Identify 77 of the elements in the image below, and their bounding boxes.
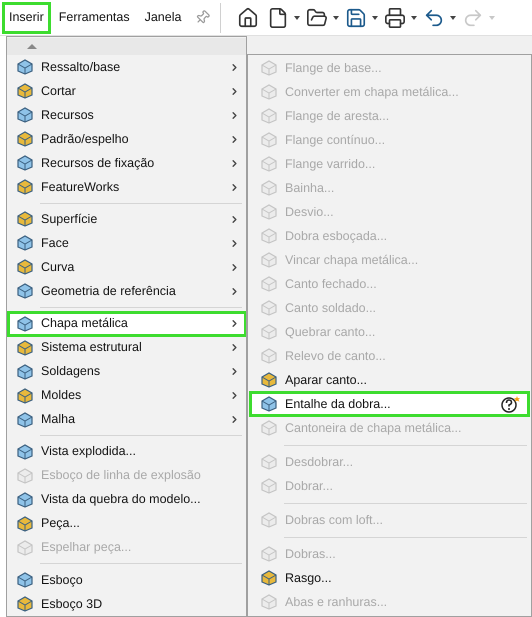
part-icon bbox=[260, 545, 278, 563]
menu-item[interactable]: Peça... bbox=[8, 512, 246, 536]
part-icon bbox=[260, 179, 278, 197]
part-icon bbox=[260, 227, 278, 245]
part-icon bbox=[16, 362, 34, 380]
dropdown-caret-icon[interactable] bbox=[411, 16, 418, 20]
part-icon bbox=[16, 178, 34, 196]
part-icon bbox=[260, 453, 278, 471]
menu-item[interactable]: Entalhe da dobra... bbox=[250, 392, 529, 416]
menu-item[interactable]: Sistema estrutural bbox=[8, 336, 246, 360]
part-icon bbox=[16, 258, 34, 276]
part-icon bbox=[16, 571, 34, 589]
part-icon bbox=[16, 130, 34, 148]
menu-bar-item[interactable]: Janela bbox=[138, 2, 188, 32]
menu-item[interactable]: Moldes bbox=[8, 384, 246, 408]
part-icon bbox=[16, 82, 34, 100]
part-icon bbox=[260, 203, 278, 221]
part-icon bbox=[16, 58, 34, 76]
menu-item[interactable]: Superfície bbox=[8, 207, 246, 232]
part-icon bbox=[260, 569, 278, 587]
menu-item[interactable]: Geometria de referência bbox=[8, 279, 246, 304]
part-icon bbox=[16, 106, 34, 124]
part-icon bbox=[260, 275, 278, 293]
part-icon bbox=[16, 234, 34, 252]
menu-item[interactable]: Curva bbox=[8, 255, 246, 280]
dropdown-caret-icon[interactable] bbox=[333, 16, 340, 20]
menu-item[interactable]: Vista explodida... bbox=[8, 440, 246, 464]
part-icon bbox=[16, 314, 34, 332]
part-icon bbox=[16, 442, 34, 461]
part-icon bbox=[16, 154, 34, 172]
part-icon bbox=[260, 371, 278, 389]
part-icon bbox=[260, 83, 278, 101]
part-icon bbox=[260, 477, 278, 495]
menu-item[interactable]: Aparar canto... bbox=[250, 368, 529, 392]
scroll-up-icon[interactable] bbox=[27, 44, 37, 49]
part-icon bbox=[260, 419, 278, 437]
menu-bar-item[interactable]: Ferramentas bbox=[52, 2, 136, 32]
help-icon bbox=[501, 395, 521, 413]
menu-item[interactable]: Esboço 3D bbox=[8, 592, 246, 616]
menu-item[interactable]: Face bbox=[8, 231, 246, 256]
menu-item[interactable]: Soldagens bbox=[8, 360, 246, 384]
part-icon bbox=[260, 131, 278, 149]
menu-item[interactable]: Vista da quebra do modelo... bbox=[8, 488, 246, 512]
dropdown-caret-icon[interactable] bbox=[372, 16, 378, 20]
part-icon bbox=[16, 466, 34, 485]
menu-item[interactable]: Rasgo... bbox=[250, 566, 529, 590]
part-icon bbox=[260, 155, 278, 173]
part-icon bbox=[16, 595, 34, 613]
menu-item[interactable]: Recursos de fixação bbox=[8, 151, 246, 175]
part-icon bbox=[16, 386, 34, 404]
part-icon bbox=[260, 323, 278, 341]
menu-item[interactable]: Ressalto/base bbox=[8, 55, 246, 79]
menu-item[interactable]: Malha bbox=[8, 408, 246, 432]
dropdown-caret-icon[interactable] bbox=[294, 16, 300, 20]
dropdown-caret-icon[interactable] bbox=[450, 16, 456, 20]
menu-item[interactable]: Padrão/espelho bbox=[8, 127, 246, 151]
menu-item[interactable]: FeatureWorks bbox=[8, 175, 246, 199]
part-icon bbox=[16, 282, 34, 300]
part-icon bbox=[260, 299, 278, 317]
part-icon bbox=[260, 395, 278, 413]
part-icon bbox=[16, 490, 34, 509]
part-icon bbox=[16, 338, 34, 356]
part-icon bbox=[16, 514, 34, 533]
menu-item[interactable]: Esboço bbox=[8, 568, 246, 592]
part-icon bbox=[16, 538, 34, 557]
part-icon bbox=[260, 593, 278, 611]
part-icon bbox=[260, 107, 278, 125]
part-icon bbox=[260, 251, 278, 269]
menu-item[interactable]: Chapa metálica bbox=[8, 312, 246, 336]
part-icon bbox=[260, 59, 278, 77]
part-icon bbox=[260, 347, 278, 365]
part-icon bbox=[16, 410, 34, 428]
menu-item[interactable]: Cortar bbox=[8, 79, 246, 103]
part-icon bbox=[16, 210, 34, 228]
part-icon bbox=[260, 511, 278, 529]
menu-bar-item[interactable]: Inserir bbox=[3, 2, 50, 32]
menu-item[interactable]: Recursos bbox=[8, 103, 246, 127]
